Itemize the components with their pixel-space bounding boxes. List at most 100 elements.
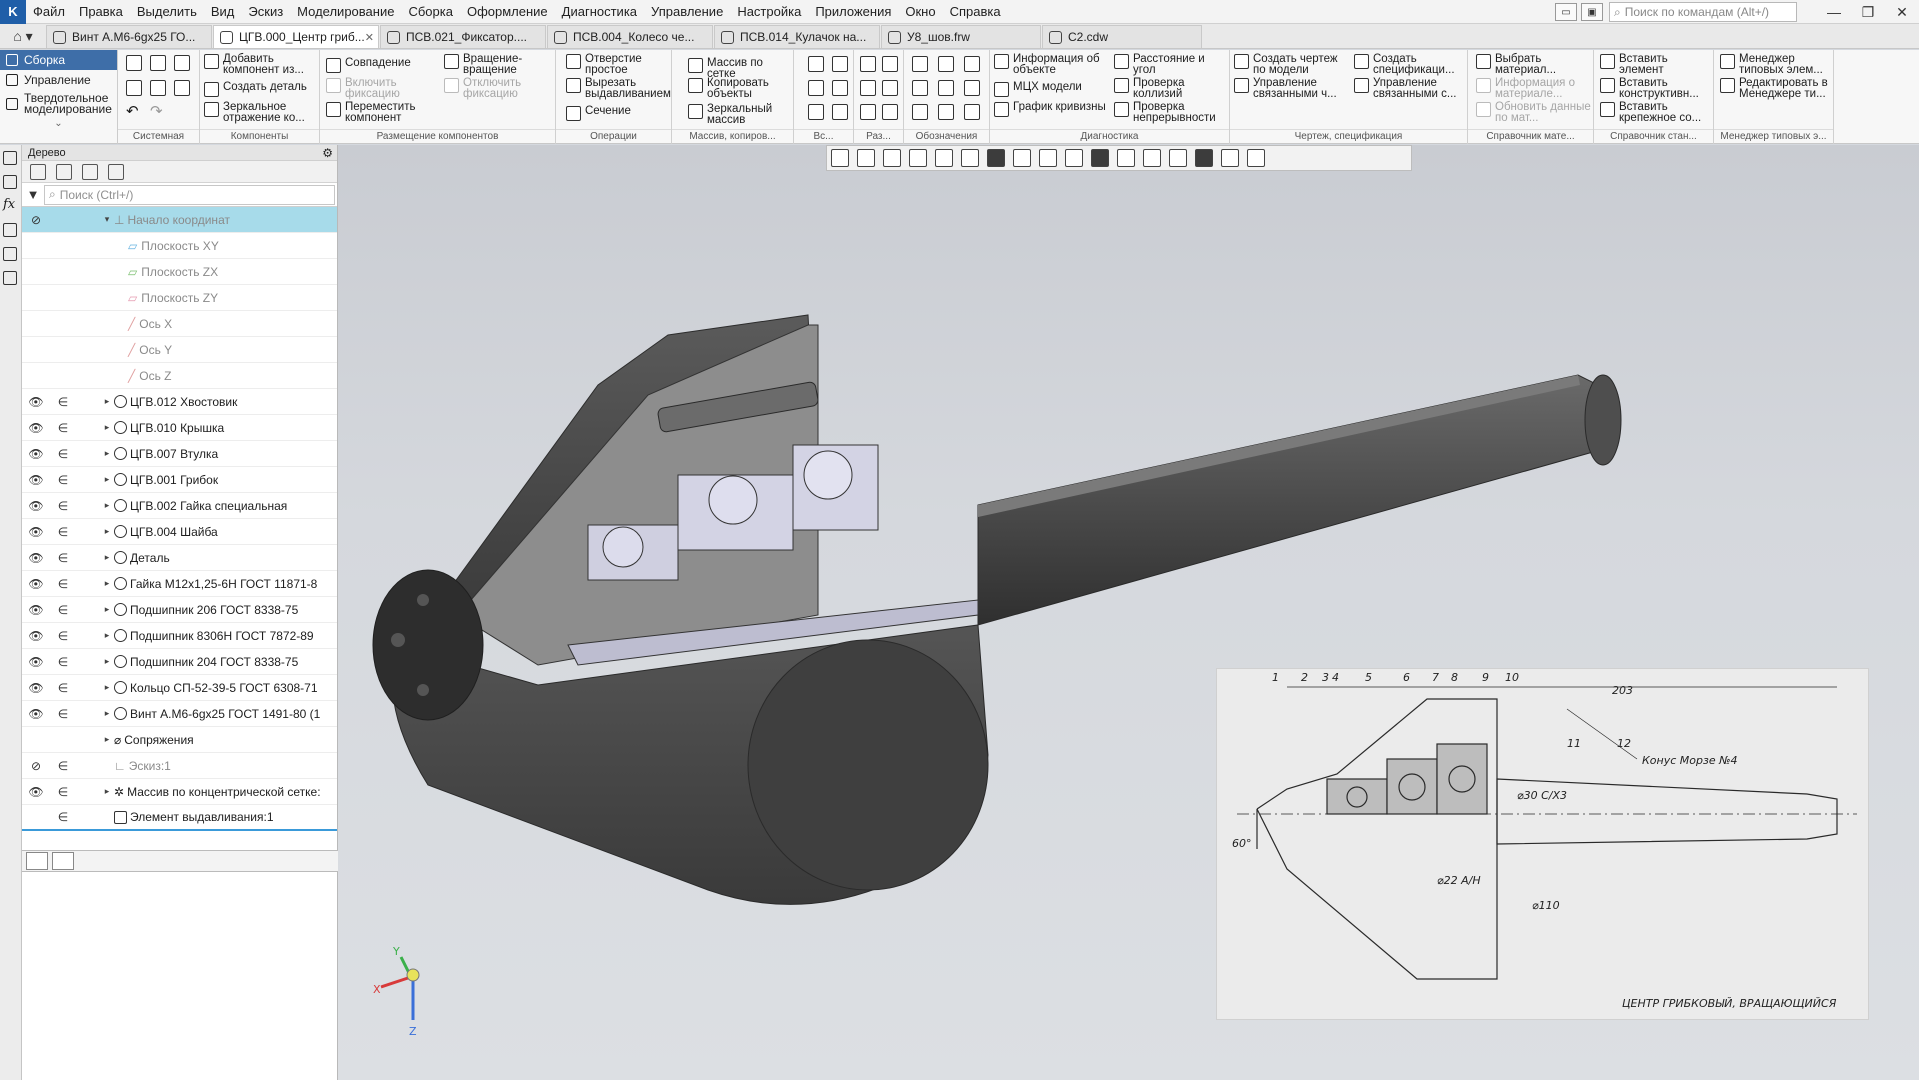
object-info-button[interactable]: Информация об объекте	[994, 53, 1110, 76]
tree-panel-icon[interactable]	[3, 151, 17, 165]
linked-spec-button[interactable]: Управление связанными с...	[1354, 77, 1466, 100]
menu-format[interactable]: Оформление	[460, 0, 555, 24]
pen-icon[interactable]	[1247, 149, 1265, 167]
radius-dim-icon[interactable]	[882, 80, 898, 96]
open-doc-icon[interactable]	[150, 55, 166, 71]
expand-icon[interactable]: ▸	[100, 604, 114, 615]
move-component-button[interactable]: Переместить компонент	[326, 101, 426, 124]
position-icon[interactable]	[938, 104, 954, 120]
shaded-mode-icon[interactable]	[987, 149, 1005, 167]
menu-diagnostics[interactable]: Диагностика	[555, 0, 644, 24]
create-part-button[interactable]: Создать деталь	[204, 81, 318, 97]
include-icon[interactable]: ∈	[50, 603, 76, 617]
diameter-dim-icon[interactable]	[882, 56, 898, 72]
create-spec-button[interactable]: Создать спецификаци...	[1354, 53, 1466, 76]
tree-row-component[interactable]: 👁 ∈ ▸ Подшипник 204 ГОСТ 8338-75	[22, 649, 337, 675]
material-info-button[interactable]: Информация о материале...	[1476, 77, 1592, 100]
local-cs-icon[interactable]	[857, 149, 875, 167]
tree-tab-icon[interactable]	[26, 852, 48, 870]
include-icon[interactable]: ∈	[50, 785, 76, 799]
rotate-rotate-button[interactable]: Вращение-вращение	[444, 53, 554, 76]
eye-icon[interactable]: 👁	[22, 499, 50, 513]
plane-icon[interactable]	[808, 56, 824, 72]
gear-icon[interactable]: ⚙	[322, 145, 333, 161]
include-icon[interactable]: ∈	[50, 629, 76, 643]
roughness-icon[interactable]	[964, 56, 980, 72]
tree-row-component[interactable]: 👁 ∈ ▸ ЦГВ.007 Втулка	[22, 441, 337, 467]
tree-row-axis-x[interactable]: ╱ Ось X	[22, 311, 337, 337]
expand-icon[interactable]: ▸	[100, 656, 114, 667]
collisions-button[interactable]: Проверка коллизий	[1114, 77, 1230, 100]
filter-icon[interactable]	[1195, 149, 1213, 167]
tree-search-input[interactable]: ⌕ Поиск (Ctrl+/)	[44, 184, 335, 205]
tree-row-component[interactable]: 👁 ∈ ▸ Гайка М12х1,25-6Н ГОСТ 11871-8	[22, 571, 337, 597]
tab-doc-2[interactable]: ЦГВ.000_Центр гриб... ✕	[213, 25, 379, 48]
eye-icon[interactable]: 👁	[22, 395, 50, 409]
tab-doc-7[interactable]: С2.cdw	[1042, 25, 1202, 48]
eye-icon[interactable]: 👁	[22, 421, 50, 435]
list-tab-icon[interactable]	[52, 852, 74, 870]
axis-icon[interactable]	[832, 56, 848, 72]
include-icon[interactable]: ∈	[50, 551, 76, 565]
tree-row-component[interactable]: 👁 ∈ ▸ ЦГВ.002 Гайка специальная	[22, 493, 337, 519]
arc-dim-icon[interactable]	[882, 104, 898, 120]
variables-icon[interactable]: fx	[3, 198, 17, 213]
expand-icon[interactable]: ▸	[100, 474, 114, 485]
app-logo-icon[interactable]: K	[0, 0, 26, 24]
text-icon[interactable]	[964, 104, 980, 120]
point-icon[interactable]	[808, 80, 824, 96]
eye-icon[interactable]: 👁	[22, 603, 50, 617]
insert-constructive-button[interactable]: Вставить конструктивн...	[1600, 77, 1712, 100]
screen-icon[interactable]: ▣	[1581, 3, 1603, 21]
menu-view[interactable]: Вид	[204, 0, 242, 24]
collapse-icon[interactable]: ▾	[100, 214, 114, 225]
preview-icon[interactable]	[150, 80, 166, 96]
expand-icon[interactable]: ▸	[100, 682, 114, 693]
angle-dim-icon[interactable]	[860, 80, 876, 96]
tree-row-component[interactable]: 👁 ∈ ▸ Кольцо СП-52-39-5 ГОСТ 6308-71	[22, 675, 337, 701]
tree-structure-icon[interactable]	[56, 163, 72, 180]
expand-icon[interactable]: ▸	[100, 708, 114, 719]
include-icon[interactable]: ∈	[50, 499, 76, 513]
constraints-icon[interactable]	[3, 271, 17, 285]
leader-icon[interactable]	[912, 56, 928, 72]
snap-icon[interactable]	[1117, 149, 1135, 167]
expand-icon[interactable]: ▸	[100, 396, 114, 407]
explode-icon[interactable]	[1169, 149, 1187, 167]
include-icon[interactable]: ∈	[50, 810, 76, 824]
zoom-icon[interactable]	[909, 149, 927, 167]
hidden-eye-icon[interactable]: ⊘	[22, 759, 50, 773]
mode-assembly[interactable]: Сборка	[0, 50, 117, 70]
orientation-icon[interactable]	[961, 149, 979, 167]
menu-settings[interactable]: Настройка	[730, 0, 808, 24]
undo-icon[interactable]: ↶	[126, 104, 142, 121]
tree-row-component[interactable]: 👁 ∈ ▸ Деталь	[22, 545, 337, 571]
tree-row-component[interactable]: 👁 ∈ ▸ Винт А.М6-6gx25 ГОСТ 1491-80 (1	[22, 701, 337, 727]
properties-icon[interactable]	[174, 80, 190, 96]
eye-icon[interactable]: 👁	[22, 681, 50, 695]
mirror-component-button[interactable]: Зеркальное отражение ко...	[204, 101, 318, 124]
mass-props-button[interactable]: МЦХ модели	[994, 81, 1110, 97]
filter-icon[interactable]: ▼	[22, 187, 44, 202]
line-icon[interactable]	[808, 104, 824, 120]
include-icon[interactable]: ∈	[50, 421, 76, 435]
home-icon[interactable]: ⌂ ▾	[0, 24, 46, 48]
properties-panel-icon[interactable]	[3, 175, 17, 189]
create-drawing-button[interactable]: Создать чертеж по модели	[1234, 53, 1350, 76]
mode-solid-modeling[interactable]: Твердотельное моделирование	[0, 90, 117, 118]
tree-row-mates[interactable]: ▸ ⌀ Сопряжения	[22, 727, 337, 753]
linear-dim-icon[interactable]	[860, 56, 876, 72]
linked-drawings-button[interactable]: Управление связанными ч...	[1234, 77, 1350, 100]
expand-icon[interactable]: ▸	[100, 734, 114, 745]
auto-dim-icon[interactable]	[860, 104, 876, 120]
tree-row-component[interactable]: 👁 ∈ ▸ ЦГВ.010 Крышка	[22, 415, 337, 441]
include-icon[interactable]: ∈	[50, 395, 76, 409]
eye-icon[interactable]: 👁	[22, 525, 50, 539]
tree-filter-icon[interactable]	[108, 163, 124, 180]
include-icon[interactable]: ∈	[50, 707, 76, 721]
command-search-input[interactable]: ⌕ Поиск по командам (Alt+/)	[1609, 2, 1797, 22]
tab-doc-5[interactable]: ПСВ.014_Кулачок на...	[714, 25, 880, 48]
menu-manage[interactable]: Управление	[644, 0, 730, 24]
tree-row-extrude[interactable]: ∈ Элемент выдавливания:1	[22, 805, 337, 831]
close-icon[interactable]: ✕	[1885, 4, 1919, 21]
